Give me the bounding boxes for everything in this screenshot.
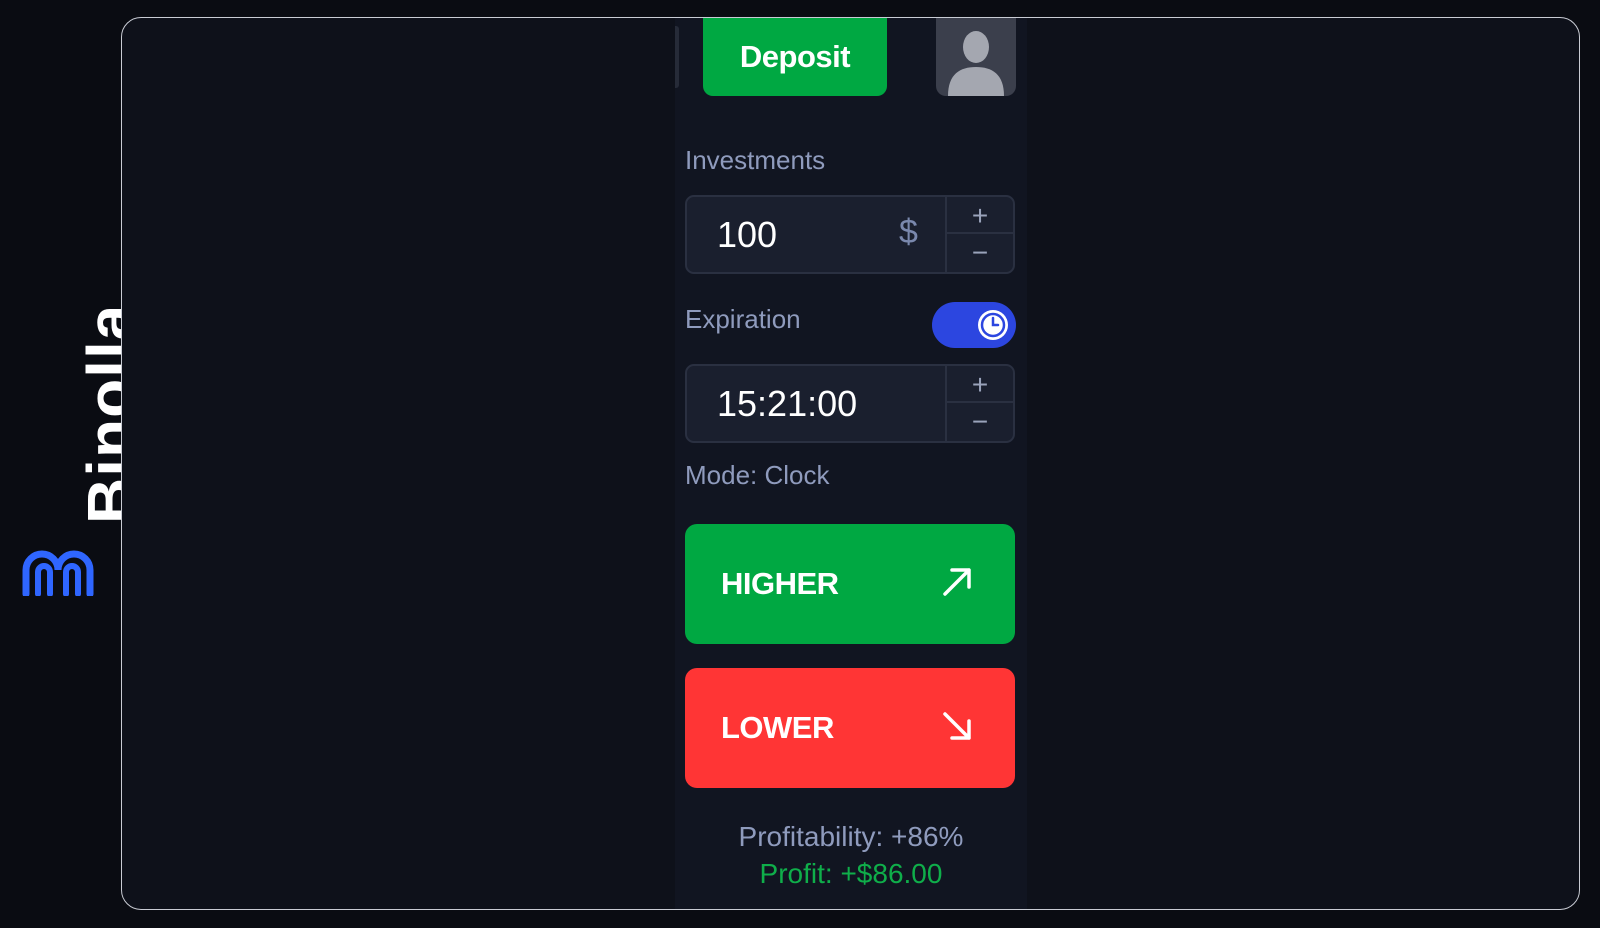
currency-symbol: $ [899, 213, 918, 251]
profit-text: Profit: +$86.00 [759, 858, 943, 889]
investments-label: Investments [685, 145, 826, 175]
expiration-plus-button[interactable]: + [947, 366, 1013, 403]
panel-divider [675, 26, 679, 88]
arrow-up-right-icon [943, 568, 971, 596]
brand-logo: Binolla [18, 304, 146, 600]
investment-field[interactable]: 100 $ + − [685, 195, 1015, 274]
expiration-stepper: + − [945, 366, 1013, 441]
binolla-logo-icon [22, 550, 94, 596]
expiration-field[interactable]: 15:21:00 + − [685, 364, 1015, 443]
higher-label: HIGHER [721, 566, 839, 601]
trade-panel: Deposit Investments 100 $ + − Expiration [675, 18, 1027, 909]
investment-stepper: + − [945, 197, 1013, 272]
toggle-knob [974, 306, 1012, 344]
expiration-mode-toggle[interactable] [932, 302, 1016, 348]
investment-plus-button[interactable]: + [947, 197, 1013, 234]
user-silhouette-icon [948, 31, 1004, 96]
expiration-time[interactable]: 15:21:00 [717, 383, 857, 425]
trading-window: Deposit Investments 100 $ + − Expiration [121, 17, 1580, 910]
profitability-text: Profitability: +86% [738, 821, 964, 852]
expiration-label: Expiration [685, 304, 801, 334]
higher-button[interactable]: HIGHER [685, 524, 1015, 644]
mode-text: Mode: Clock [685, 460, 830, 490]
expiration-minus-button[interactable]: − [947, 403, 1013, 440]
deposit-button[interactable]: Deposit [703, 18, 887, 96]
lower-button[interactable]: LOWER [685, 668, 1015, 788]
avatar[interactable] [936, 18, 1016, 96]
arrow-down-right-icon [943, 712, 971, 740]
investment-minus-button[interactable]: − [947, 234, 1013, 271]
lower-label: LOWER [721, 710, 834, 745]
investment-amount[interactable]: 100 [717, 214, 777, 256]
clock-icon [978, 310, 1008, 340]
